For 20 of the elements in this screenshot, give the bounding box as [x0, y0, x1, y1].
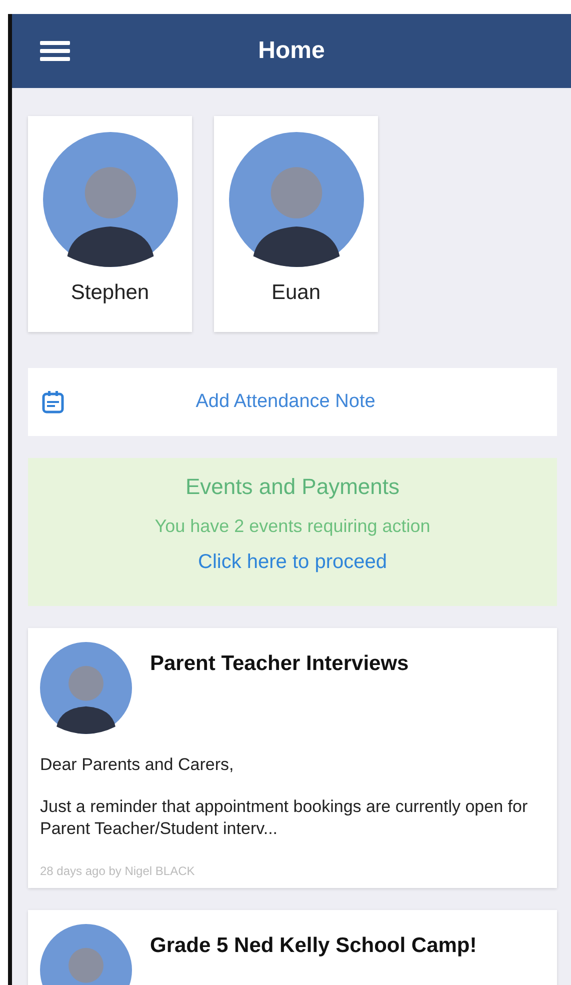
calendar-icon [42, 390, 64, 414]
child-name: Euan [271, 281, 321, 305]
post-text: Dear Parents and Carers, [40, 754, 235, 776]
child-card[interactable]: Stephen [28, 116, 192, 332]
post-text: Just a reminder that appointment bookings are currently open for Parent Teacher/Student interv... [40, 796, 529, 840]
attendance-note-button[interactable]: Add Attendance Note [28, 368, 557, 436]
child-card[interactable]: Euan [214, 116, 378, 332]
avatar-icon [228, 132, 364, 267]
post-card[interactable]: Grade 5 Ned Kelly School Camp! [28, 910, 557, 985]
avatar-icon [40, 642, 132, 734]
avatar-icon [42, 132, 178, 267]
menu-icon[interactable] [40, 41, 70, 61]
events-message: You have 2 events requiring action [154, 516, 430, 537]
events-title: Events and Payments [185, 474, 400, 500]
post-title: Parent Teacher Interviews [150, 652, 409, 676]
header-title: Home [258, 37, 325, 65]
post-card[interactable]: Parent Teacher Interviews Dear Parents and Carers, Just a reminder that appointment bookings are currently open for Parent Teacher/Student interv... 28 days ago by Nigel BLACK [28, 628, 557, 888]
post-title: Grade 5 Ned Kelly School Camp! [150, 934, 477, 958]
child-name: Stephen [70, 281, 150, 305]
post-meta: 28 days ago by Nigel BLACK [40, 864, 196, 878]
